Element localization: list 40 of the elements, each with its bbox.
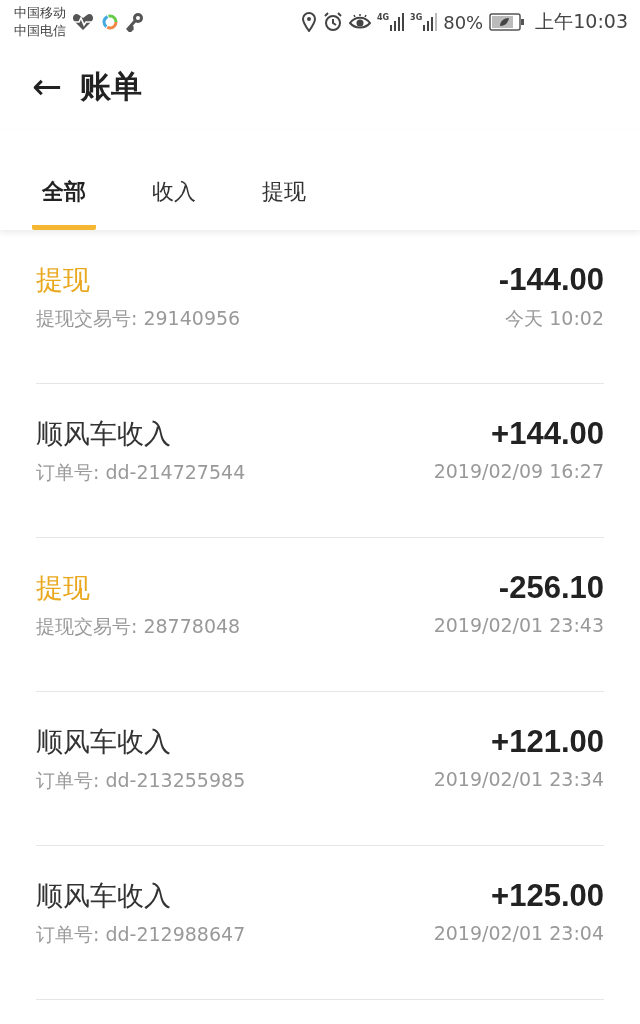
transaction-amount: +144.00 — [490, 415, 604, 453]
network-type-label: 3G — [410, 13, 423, 22]
transaction-title: 提现 — [36, 263, 91, 297]
transaction-time: 2019/02/01 23:04 — [433, 922, 604, 946]
transaction-amount: -144.00 — [498, 261, 604, 299]
heartbeat-icon — [72, 13, 94, 31]
transaction-title: 顺风车收入 — [36, 417, 172, 451]
transaction-amount: -256.10 — [497, 569, 604, 607]
transaction-amount: +125.00 — [490, 877, 604, 915]
alarm-clock-icon — [322, 12, 343, 32]
transaction-time: 2019/02/09 16:27 — [433, 460, 604, 484]
clock-time: 上午10:03 — [535, 9, 628, 34]
signal-bars-icon — [390, 13, 405, 31]
transaction-time: 2019/02/01 23:43 — [433, 614, 604, 638]
carrier-name: 中国电信 — [14, 22, 66, 40]
tab[interactable]: 全部 — [32, 179, 96, 230]
signal-bars-icon — [423, 13, 438, 31]
transaction-title: 顺风车收入 — [36, 725, 172, 759]
transaction-reference: 订单号: dd-214727544 — [36, 460, 247, 485]
transaction-reference: 订单号: dd-213255985 — [36, 768, 247, 793]
location-pin-icon — [300, 12, 317, 32]
transaction-title: 提现 — [36, 571, 91, 605]
eye-icon — [348, 14, 371, 30]
key-icon — [126, 12, 144, 32]
page-title: 账单 — [80, 67, 143, 106]
transaction-amount: +121.00 — [490, 723, 604, 761]
transaction-time: 2019/02/01 23:34 — [433, 768, 604, 792]
back-button[interactable]: ← — [32, 69, 63, 105]
transaction-title: 顺风车收入 — [36, 879, 172, 913]
tab[interactable]: 提现 — [252, 179, 316, 230]
tab[interactable]: 收入 — [142, 179, 206, 230]
transaction-reference: 提现交易号: 28778048 — [36, 614, 242, 639]
transaction-reference: 订单号: dd-212988647 — [36, 922, 247, 947]
battery-percentage: 80% — [443, 11, 484, 33]
network-type-label: 4G — [376, 13, 390, 22]
carrier-name: 中国移动 — [14, 4, 66, 22]
transaction-time: 今天 10:02 — [504, 306, 604, 331]
transaction-reference: 提现交易号: 29140956 — [36, 306, 242, 331]
battery-icon — [489, 13, 526, 31]
colorful-ring-icon — [102, 14, 118, 30]
